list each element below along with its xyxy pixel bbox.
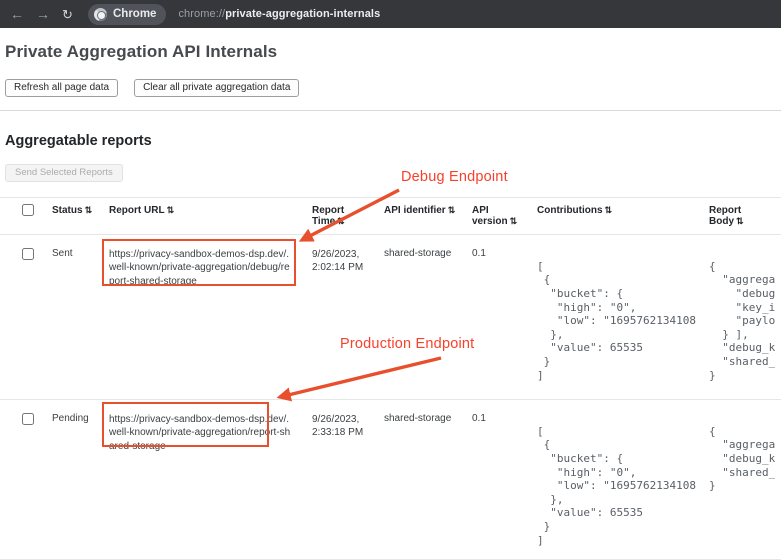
page-title: Private Aggregation API Internals [5, 42, 781, 62]
select-all-checkbox[interactable] [22, 204, 34, 216]
forward-icon[interactable]: → [36, 7, 62, 21]
api-identifier-cell: shared-storage [378, 234, 466, 399]
back-icon[interactable]: ← [10, 7, 36, 21]
page-content: Private Aggregation API Internals Refres… [0, 28, 781, 560]
report-body-cell: { "aggregation "debug_cle "key_id": "pay… [703, 234, 781, 399]
column-header-status[interactable]: Status⇅ [46, 197, 103, 234]
column-header-report-body[interactable]: Report Body⇅ [703, 197, 781, 234]
aggregatable-reports-heading: Aggregatable reports [5, 133, 781, 149]
column-header-report-time[interactable]: Report Time⇅ [306, 197, 378, 234]
sort-icon: ⇅ [167, 205, 175, 215]
url-scheme: chrome:// [178, 8, 225, 20]
refresh-all-button[interactable]: Refresh all page data [5, 79, 118, 97]
sort-icon: ⇅ [85, 205, 93, 215]
table-header-row: Status⇅ Report URL⇅ Report Time⇅ API ide… [0, 197, 781, 234]
browser-toolbar: ← → ↻ Chrome chrome://private-aggregatio… [0, 0, 781, 28]
api-version-cell: 0.1 [466, 234, 531, 399]
report-time-cell: 9/26/2023, 2:02:14 PM [306, 234, 378, 399]
row-select-checkbox[interactable] [22, 413, 34, 425]
column-header-contributions[interactable]: Contributions⇅ [531, 197, 703, 234]
report-body-json: { "aggregation "debug_key": "shared_info… [709, 425, 775, 493]
status-cell: Pending [46, 399, 103, 559]
chrome-logo-icon [94, 8, 107, 21]
api-identifier-cell: shared-storage [378, 399, 466, 559]
status-cell: Sent [46, 234, 103, 399]
report-body-json: { "aggregation "debug_cle "key_id": "pay… [709, 260, 775, 382]
table-row: Pending https://privacy-sandbox-demos-ds… [0, 399, 781, 559]
contributions-cell: [ { "bucket": { "high": "0", "low": "169… [531, 234, 703, 399]
page-actions: Refresh all page data Clear all private … [5, 79, 781, 97]
api-version-cell: 0.1 [466, 399, 531, 559]
clear-data-button[interactable]: Clear all private aggregation data [134, 79, 299, 97]
report-url-cell: https://privacy-sandbox-demos-dsp.dev/.w… [103, 399, 306, 559]
reports-table: Status⇅ Report URL⇅ Report Time⇅ API ide… [0, 197, 781, 560]
report-body-cell: { "aggregation "debug_key": "shared_info… [703, 399, 781, 559]
contributions-cell: [ { "bucket": { "high": "0", "low": "169… [531, 399, 703, 559]
chrome-app-label: Chrome [113, 8, 156, 20]
chrome-app-chip[interactable]: Chrome [88, 4, 166, 25]
contributions-json: [ { "bucket": { "high": "0", "low": "169… [537, 425, 697, 547]
row-select-checkbox[interactable] [22, 248, 34, 260]
send-selected-reports-button[interactable]: Send Selected Reports [5, 164, 123, 182]
report-url-cell: https://privacy-sandbox-demos-dsp.dev/.w… [103, 234, 306, 399]
sort-icon: ⇅ [448, 205, 456, 215]
column-header-report-url[interactable]: Report URL⇅ [103, 197, 306, 234]
column-header-api-identifier[interactable]: API identifier⇅ [378, 197, 466, 234]
column-header-api-version[interactable]: API version⇅ [466, 197, 531, 234]
sort-icon: ⇅ [736, 216, 744, 226]
report-time-cell: 9/26/2023, 2:33:18 PM [306, 399, 378, 559]
address-bar[interactable]: chrome://private-aggregation-internals [178, 8, 380, 20]
reload-icon[interactable]: ↻ [62, 8, 88, 21]
contributions-json: [ { "bucket": { "high": "0", "low": "169… [537, 260, 697, 382]
sort-icon: ⇅ [605, 205, 613, 215]
sort-icon: ⇅ [337, 216, 345, 226]
url-host: private-aggregation-internals [225, 8, 380, 20]
section-divider [0, 110, 781, 111]
table-row: Sent https://privacy-sandbox-demos-dsp.d… [0, 234, 781, 399]
sort-icon: ⇅ [510, 216, 518, 226]
